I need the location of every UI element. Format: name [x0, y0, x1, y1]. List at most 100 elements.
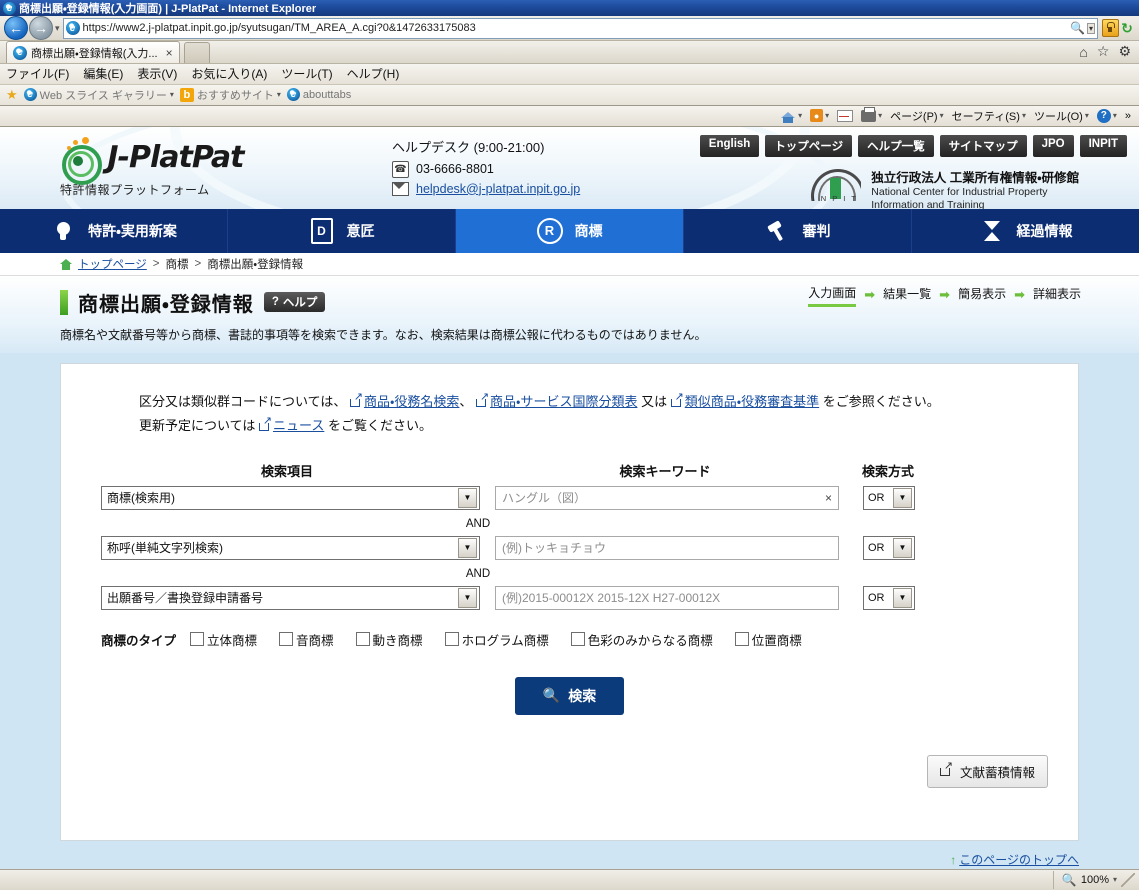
link-international-classification[interactable]: 商品・サービス国際分類表 [490, 394, 637, 409]
favorite-suggested-sites[interactable]: b おすすめサイト ▾ [179, 87, 281, 103]
menu-file[interactable]: ファイル(F) [6, 65, 69, 82]
notes-text: をご参照ください。 [822, 393, 940, 409]
search-keyword-input-3[interactable]: (例)2015-00012X 2015-12X H27-00012X [495, 585, 839, 610]
search-icon[interactable]: 🔍 [1070, 21, 1085, 35]
search-keyword-input-1[interactable]: ハングル（図） × [495, 485, 839, 510]
checkbox-icon [190, 632, 205, 647]
zoom-control[interactable]: 🔍 100% ▾ [1052, 870, 1117, 889]
command-overflow-icon[interactable]: » [1125, 110, 1131, 122]
read-mail-button[interactable] [837, 109, 854, 122]
search-item-select-3[interactable]: 出願番号／書換登録申請番号 ▼ [101, 585, 480, 610]
favorites-star-icon[interactable]: ☆ [1097, 43, 1110, 60]
tab-bar: 商標出願・登録情報(入力... × ⌂ ☆ ⚙ [0, 41, 1139, 65]
mail-icon [837, 109, 854, 122]
home-icon[interactable]: ⌂ [1079, 44, 1087, 60]
checkbox-motion-trademark[interactable]: 動き商標 [355, 630, 423, 649]
page-viewport: J-PlatPat 特許情報プラットフォーム ヘルプデスク (9:00-21:0… [0, 126, 1139, 869]
checkbox-3d-trademark[interactable]: 立体商標 [190, 630, 257, 649]
refresh-icon[interactable]: ↻ [1119, 20, 1135, 36]
link-goods-service-name-search[interactable]: 商品・役務名検索 [364, 394, 459, 409]
keyword-placeholder: (例)2015-00012X 2015-12X H27-00012X [502, 591, 721, 606]
breadcrumb-item-current: 商標出願・登録情報 [207, 258, 304, 271]
checkbox-label: 立体商標 [207, 633, 258, 648]
printer-icon [861, 106, 877, 122]
checkbox-sound-trademark[interactable]: 音商標 [279, 630, 334, 649]
external-link-icon [349, 392, 363, 407]
nav-item-design[interactable]: D 意匠 [228, 208, 456, 253]
header-button-sitemap[interactable]: サイトマップ [939, 134, 1027, 157]
header-button-english[interactable]: English [699, 134, 760, 157]
checkbox-hologram-trademark[interactable]: ホログラム商標 [444, 630, 549, 649]
header-button-toppage[interactable]: トップページ [765, 134, 853, 157]
rss-icon: ● [810, 109, 824, 123]
link-news[interactable]: ニュース [273, 418, 324, 433]
site-logo[interactable]: J-PlatPat 特許情報プラットフォーム [60, 136, 244, 198]
search-item-select-1[interactable]: 商標(検索用) ▼ [101, 485, 480, 510]
search-button[interactable]: 🔍 検索 [514, 676, 625, 715]
header-button-jpo[interactable]: JPO [1032, 134, 1074, 157]
favorite-web-slice-gallery[interactable]: Web スライス ギャラリー ▾ [23, 87, 174, 103]
mode-value: OR [868, 491, 885, 504]
new-tab-button[interactable] [183, 42, 210, 64]
resize-grip[interactable] [1121, 872, 1135, 887]
menu-help[interactable]: ヘルプ(H) [347, 65, 400, 82]
address-bar[interactable]: https://www2.j-platpat.inpit.go.jp/syuts… [62, 17, 1098, 39]
favorite-abouttabs[interactable]: abouttabs [286, 88, 351, 102]
help-menu[interactable]: ? ▾ [1096, 108, 1117, 123]
home-button[interactable]: ▾ [781, 109, 802, 123]
menu-favorites[interactable]: お気に入り(A) [191, 65, 267, 82]
close-icon[interactable]: × [166, 46, 173, 60]
gear-icon[interactable]: ⚙ [1118, 43, 1131, 60]
step-detail-view[interactable]: 詳細表示 [1033, 285, 1081, 305]
menu-tools[interactable]: ツール(T) [281, 65, 332, 82]
keyword-value: ハングル（図） [502, 491, 587, 506]
search-item-select-2[interactable]: 称呼(単純文字列検索) ▼ [101, 535, 480, 560]
chevron-down-icon[interactable]: ▾ [1113, 875, 1117, 884]
checkbox-position-trademark[interactable]: 位置商標 [734, 630, 802, 649]
step-result-list[interactable]: 結果一覧 [883, 285, 931, 305]
forward-button[interactable]: → [29, 16, 53, 41]
checkbox-label: ホログラム商標 [461, 633, 549, 648]
menu-edit[interactable]: 編集(E) [83, 65, 123, 82]
search-row-1: 商標(検索用) ▼ ハングル（図） × OR ▼ [91, 485, 1048, 510]
mode-value: OR [868, 541, 885, 554]
browser-navigation-bar: ← → ▾ https://www2.j-platpat.inpit.go.jp… [0, 16, 1139, 42]
print-button[interactable]: ▾ [861, 106, 882, 122]
step-simple-view[interactable]: 簡易表示 [958, 285, 1006, 305]
helpdesk-email-link[interactable]: helpdesk@j-platpat.inpit.go.jp [416, 182, 580, 196]
add-favorite-icon[interactable]: ★ [6, 87, 18, 103]
back-to-top-link[interactable]: このページのトップへ [959, 853, 1079, 867]
menu-view[interactable]: 表示(V) [137, 65, 177, 82]
clear-icon[interactable]: × [825, 491, 832, 505]
inpit-mark-word: I N P I T [812, 193, 858, 203]
tools-menu[interactable]: ツール(O) ▾ [1034, 108, 1089, 124]
browser-tab[interactable]: 商標出願・登録情報(入力... × [6, 41, 180, 64]
search-icon: 🔍 [542, 687, 561, 704]
nav-item-progress[interactable]: 経過情報 [912, 209, 1139, 253]
document-accumulation-button[interactable]: 文献蓄積情報 [926, 754, 1048, 788]
nav-item-patent[interactable]: 特許・実用新案 [0, 208, 228, 253]
header-button-help-list[interactable]: ヘルプ一覧 [858, 134, 934, 157]
notes-line-1: 区分又は類似群コードについては、 商品・役務名検索、 商品・サービス国際分類表 … [139, 390, 1048, 415]
ssl-lock-icon[interactable] [1102, 19, 1119, 38]
header-button-inpit[interactable]: INPIT [1079, 134, 1127, 157]
step-input[interactable]: 入力画面 [808, 284, 857, 307]
search-mode-select-1[interactable]: OR ▼ [863, 485, 915, 510]
breadcrumb-home-link[interactable]: トップページ [78, 256, 147, 272]
help-button[interactable]: ? ヘルプ [263, 292, 326, 313]
search-provider-dropdown-icon[interactable]: ▾ [1086, 22, 1095, 34]
keyword-placeholder: (例)トッキョチョウ [502, 541, 606, 556]
link-similar-goods-examination[interactable]: 類似商品・役務審査基準 [685, 394, 819, 409]
search-mode-select-2[interactable]: OR ▼ [863, 535, 915, 560]
page-menu[interactable]: ページ(P) ▾ [890, 108, 943, 124]
search-keyword-input-2[interactable]: (例)トッキョチョウ [495, 535, 839, 560]
checkbox-label: 色彩のみからなる商標 [587, 633, 713, 648]
nav-item-trademark[interactable]: R 商標 [456, 208, 684, 253]
search-mode-select-3[interactable]: OR ▼ [863, 585, 915, 610]
feeds-button[interactable]: ● ▾ [810, 109, 829, 123]
recent-pages-dropdown-icon[interactable]: ▾ [55, 23, 60, 34]
safety-menu[interactable]: セーフティ(S) ▾ [952, 108, 1026, 124]
nav-item-trial[interactable]: 審判 [684, 208, 912, 253]
back-button[interactable]: ← [4, 16, 28, 41]
checkbox-color-only-trademark[interactable]: 色彩のみからなる商標 [570, 630, 713, 649]
